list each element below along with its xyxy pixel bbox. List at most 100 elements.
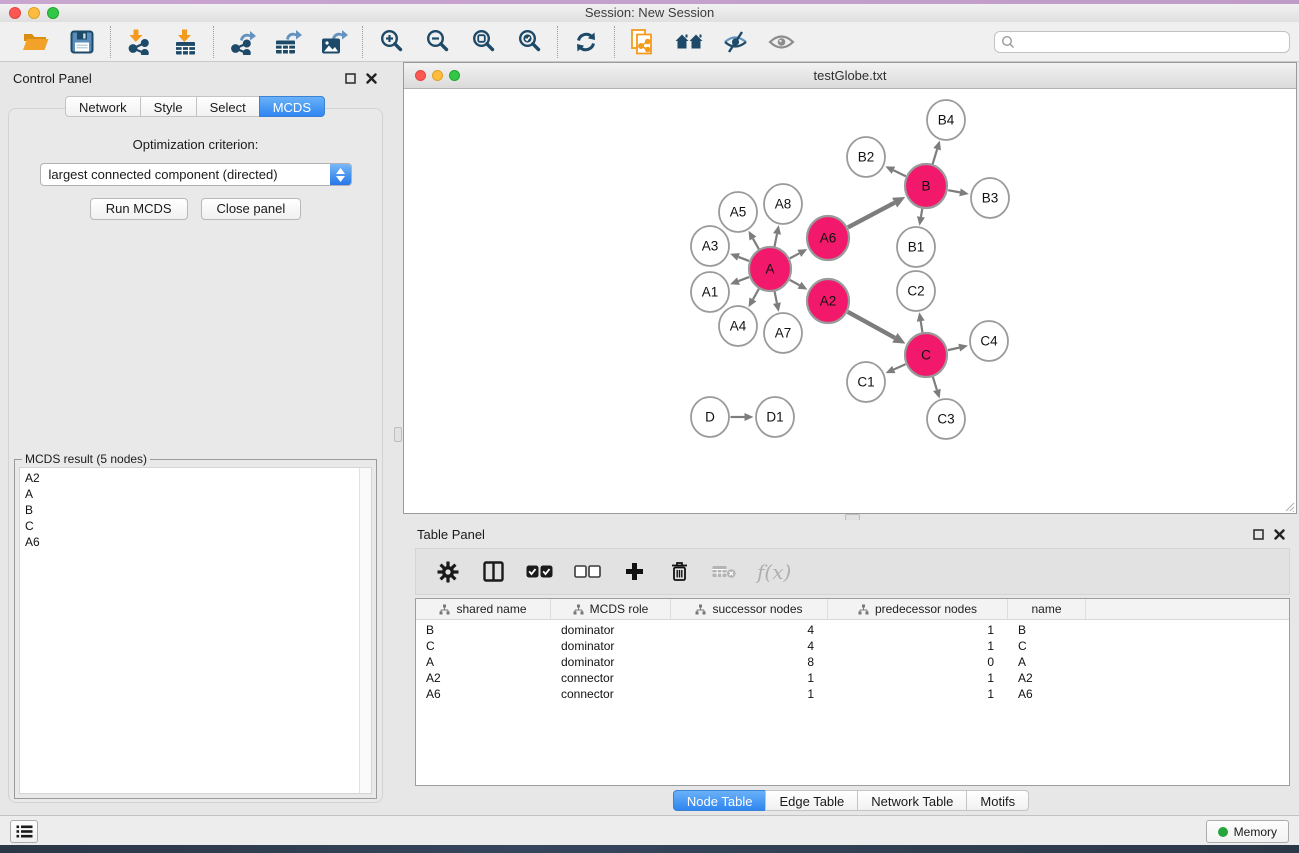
optimization-criterion-select[interactable]: largest connected component (directed) [40,163,352,186]
export-table-button[interactable] [273,28,303,56]
close-window-button[interactable] [9,7,21,19]
graph-edge-D-D1[interactable] [731,413,754,421]
network-window-titlebar[interactable]: testGlobe.txt [404,63,1296,89]
zoom-out-button[interactable] [422,28,452,56]
graph-edge-A-A6[interactable] [790,249,807,258]
search-input[interactable] [1019,33,1289,51]
graph-edge-C-C3[interactable] [933,376,941,398]
graph-node-A5[interactable]: A5 [719,192,757,232]
graph-node-B3[interactable]: B3 [971,178,1009,218]
graph-node-C4[interactable]: C4 [970,321,1008,361]
zoom-window-button[interactable] [47,7,59,19]
graph-edge-A-A8[interactable] [773,225,781,247]
column-header-shared-name[interactable]: shared name [416,599,551,619]
graph-node-A8[interactable]: A8 [764,184,802,224]
network-minimize-button[interactable] [432,70,443,81]
minimize-window-button[interactable] [28,7,40,19]
mcds-result-item[interactable]: A2 [25,470,371,486]
graph-edge-B-B4[interactable] [933,141,941,165]
node-table[interactable]: shared nameMCDS rolesuccessor nodesprede… [415,598,1290,786]
import-table-button[interactable] [170,28,200,56]
table-row[interactable]: A6connector11A6 [416,686,1289,702]
table-settings-button[interactable] [436,558,460,586]
open-session-button[interactable] [21,28,51,56]
graph-edge-C-C2[interactable] [917,312,925,333]
save-session-button[interactable] [67,28,97,56]
tab-style[interactable]: Style [140,96,197,117]
graph-edge-A-A5[interactable] [749,231,759,250]
graph-node-C2[interactable]: C2 [897,271,935,311]
graph-node-C[interactable]: C [905,333,947,377]
graph-edge-A2-C[interactable] [848,312,906,344]
run-mcds-button[interactable]: Run MCDS [90,198,188,220]
mcds-result-item[interactable]: C [25,518,371,534]
graph-node-C1[interactable]: C1 [847,362,885,402]
zoom-in-button[interactable] [376,28,406,56]
column-header-mcds-role[interactable]: MCDS role [551,599,671,619]
search-field[interactable] [994,31,1290,53]
graph-edge-A-A3[interactable] [730,253,749,261]
tab-node-table[interactable]: Node Table [673,790,767,811]
graph-node-D1[interactable]: D1 [756,397,794,437]
graph-node-A3[interactable]: A3 [691,226,729,266]
vertical-divider-handle[interactable] [394,427,402,442]
graph-node-B2[interactable]: B2 [847,137,885,177]
scrollbar-track[interactable] [359,468,371,793]
delete-columns-button[interactable] [667,558,691,586]
network-from-file-button[interactable] [628,28,658,56]
graph-edge-A-A2[interactable] [790,280,808,290]
graph-node-B[interactable]: B [905,164,947,208]
graph-node-A6[interactable]: A6 [807,216,849,260]
network-close-button[interactable] [415,70,426,81]
zoom-fit-button[interactable] [468,28,498,56]
export-network-button[interactable] [227,28,257,56]
graph-node-A4[interactable]: A4 [719,306,757,346]
float-panel-icon[interactable] [1252,528,1264,540]
tab-motifs[interactable]: Motifs [966,790,1029,811]
graph-edge-A-A7[interactable] [773,291,781,312]
mcds-result-list[interactable]: A2ABCA6 [19,467,372,794]
graph-edge-B-B3[interactable] [948,188,969,196]
mcds-result-item[interactable]: A6 [25,534,371,550]
close-panel-button[interactable]: Close panel [201,198,302,220]
show-columns-button[interactable] [481,558,505,586]
table-row[interactable]: Adominator80A [416,654,1289,670]
table-row[interactable]: Bdominator41B [416,622,1289,638]
graph-edge-B-B2[interactable] [885,166,905,176]
mcds-result-item[interactable]: B [25,502,371,518]
tab-network[interactable]: Network [65,96,141,117]
task-history-button[interactable] [10,820,38,843]
tab-select[interactable]: Select [196,96,260,117]
tab-mcds[interactable]: MCDS [259,96,325,117]
graph-node-B4[interactable]: B4 [927,100,965,140]
graph-node-A[interactable]: A [749,247,791,291]
graph-node-D[interactable]: D [691,397,729,437]
close-panel-icon[interactable] [365,72,377,84]
select-all-columns-button[interactable] [526,558,553,586]
table-row[interactable]: A2connector11A2 [416,670,1289,686]
function-builder-button[interactable]: f(x) [757,558,791,586]
tab-network-table[interactable]: Network Table [857,790,967,811]
hide-graphics-details-button[interactable] [720,28,750,56]
show-graphics-details-button[interactable] [766,28,796,56]
delete-table-button[interactable] [712,558,736,586]
graph-edge-B-B1[interactable] [917,208,925,226]
tab-edge-table[interactable]: Edge Table [765,790,858,811]
network-canvas[interactable]: B4B2BB3B1A5A8A6A3AA1C2A2A4A7CC4C1C3DD1 [404,89,1296,513]
graph-edge-C-C4[interactable] [948,344,968,352]
deselect-all-columns-button[interactable] [574,558,601,586]
graph-edge-A6-B[interactable] [848,197,905,227]
graph-edge-C-C1[interactable] [886,364,906,373]
graph-node-B1[interactable]: B1 [897,227,935,267]
import-network-button[interactable] [124,28,154,56]
table-row[interactable]: Cdominator41C [416,638,1289,654]
column-header-predecessor-nodes[interactable]: predecessor nodes [828,599,1008,619]
export-image-button[interactable] [319,28,349,56]
homes-button[interactable] [674,28,704,56]
resize-grip-icon[interactable] [1283,500,1295,512]
mcds-result-item[interactable]: A [25,486,371,502]
graph-node-C3[interactable]: C3 [927,399,965,439]
refresh-button[interactable] [571,28,601,56]
graph-node-A1[interactable]: A1 [691,272,729,312]
close-panel-icon[interactable] [1273,528,1285,540]
